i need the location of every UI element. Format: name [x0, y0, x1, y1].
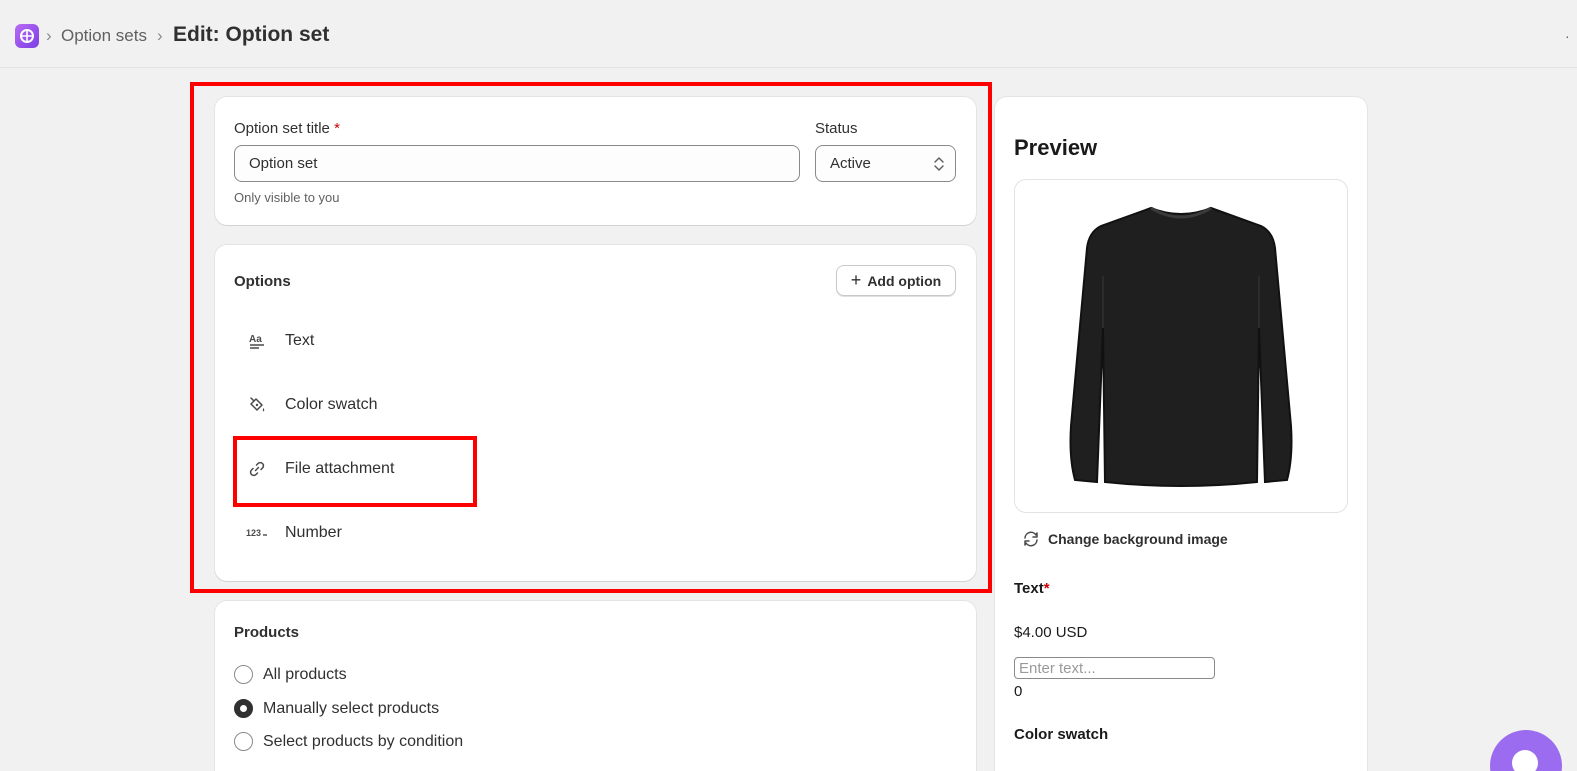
products-card: Products All products Manually select pr…	[215, 601, 976, 771]
preview-price: $4.00 USD	[1014, 624, 1088, 641]
option-set-title-help: Only visible to you	[234, 190, 340, 205]
option-type-number[interactable]: 123 Number	[235, 509, 975, 557]
option-type-file-attachment[interactable]: File attachment	[235, 445, 975, 493]
preview-color-swatch-label: Color swatch	[1014, 726, 1109, 743]
radio-button-selected[interactable]	[234, 699, 253, 718]
status-select-value: Active	[830, 155, 871, 172]
svg-text:Aa: Aa	[249, 334, 262, 345]
add-option-button[interactable]: + Add option	[836, 265, 956, 296]
breadcrumb-option-sets[interactable]: Option sets	[61, 26, 147, 46]
select-chevron-icon	[934, 157, 944, 171]
option-type-label: File attachment	[285, 460, 395, 477]
app-logo[interactable]	[15, 24, 39, 48]
change-background-label: Change background image	[1048, 531, 1228, 547]
change-background-button[interactable]: Change background image	[1022, 530, 1228, 548]
long-sleeve-shirt-image	[1069, 206, 1293, 487]
svg-text:123: 123	[246, 528, 261, 538]
preview-text-option-label: Text*	[1014, 580, 1050, 597]
products-heading: Products	[234, 624, 300, 641]
app-logo-icon	[20, 29, 34, 43]
preview-char-count: 0	[1014, 683, 1023, 700]
breadcrumb-separator: ›	[157, 26, 163, 45]
options-card: Options + Add option Aa Text Color swatc…	[215, 245, 976, 581]
option-set-details-card: Option set title * Only visible to you S…	[215, 97, 976, 225]
page-title: Edit: Option set	[173, 23, 330, 46]
radio-button[interactable]	[234, 732, 253, 751]
option-type-label: Color swatch	[285, 396, 378, 413]
radio-select-by-condition[interactable]: Select products by condition	[234, 732, 463, 751]
status-select[interactable]: Active	[815, 145, 956, 182]
required-indicator: *	[1043, 580, 1050, 597]
option-set-title-input[interactable]	[234, 145, 800, 182]
preview-card: Preview Change background image Text* $4…	[995, 97, 1367, 771]
option-type-label: Number	[285, 524, 342, 541]
preview-image-frame	[1014, 179, 1348, 513]
chat-widget-button[interactable]	[1490, 730, 1562, 771]
radio-label: All products	[263, 665, 347, 683]
link-icon	[235, 460, 279, 478]
preview-text-option-name: Text	[1014, 580, 1044, 597]
text-format-icon: Aa	[235, 332, 279, 350]
option-type-text[interactable]: Aa Text	[235, 317, 975, 365]
preview-heading: Preview	[1014, 135, 1098, 160]
option-set-title-label-text: Option set title	[234, 120, 330, 137]
radio-manually-select-products[interactable]: Manually select products	[234, 699, 439, 718]
breadcrumb-separator: ›	[46, 26, 52, 45]
option-type-label: Text	[285, 332, 315, 349]
radio-label: Select products by condition	[263, 732, 464, 750]
plus-icon: +	[850, 269, 862, 290]
radio-button[interactable]	[234, 665, 253, 684]
paint-bucket-icon	[235, 396, 279, 414]
more-actions-icon[interactable]: ·	[1565, 28, 1570, 44]
add-option-label: Add option	[867, 272, 942, 289]
chat-icon	[1512, 750, 1538, 771]
preview-text-input[interactable]	[1014, 657, 1215, 679]
number-icon: 123	[235, 524, 279, 542]
refresh-icon	[1024, 531, 1038, 547]
option-set-title-label: Option set title *	[234, 120, 340, 137]
top-bar: › Option sets › Edit: Option set ·	[0, 0, 1577, 68]
option-type-color-swatch[interactable]: Color swatch	[235, 381, 975, 429]
options-heading: Options	[234, 273, 291, 290]
radio-all-products[interactable]: All products	[234, 665, 347, 684]
status-label: Status	[815, 120, 858, 137]
radio-label: Manually select products	[263, 699, 440, 717]
required-indicator: *	[334, 120, 340, 137]
